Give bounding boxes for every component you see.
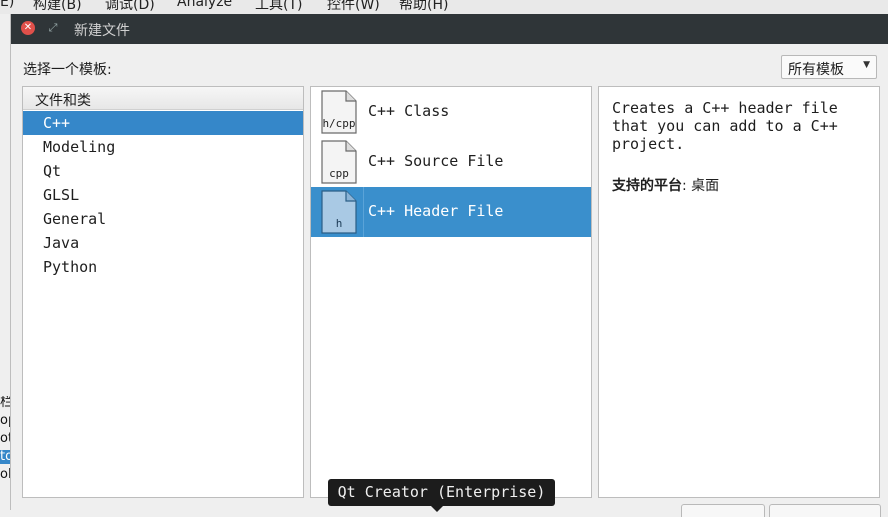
template-filter-value: 所有模板 — [788, 62, 844, 78]
dialog-title: 新建文件 — [74, 23, 130, 39]
ide-background-strip: 栏 op ot to ol — [0, 14, 11, 510]
dialog-button-partial[interactable] — [681, 504, 765, 517]
cpp-class-file-icon: h/cpp — [321, 90, 357, 134]
template-description-panel: Creates a C++ header file that you can a… — [598, 86, 880, 498]
category-item-qt[interactable]: Qt — [23, 159, 303, 183]
category-item-glsl[interactable]: GLSL — [23, 183, 303, 207]
bg-fragment: 栏 — [0, 396, 11, 410]
dialog-titlebar[interactable]: ✕ ⤢ 新建文件 — [11, 14, 888, 44]
menu-widgets[interactable]: 控件(W) — [327, 0, 380, 14]
category-group-label: 文件和类 — [35, 93, 91, 109]
template-item-cpp-class[interactable]: h/cpp C++ Class — [311, 87, 591, 137]
menu-build[interactable]: 构建(B) — [33, 0, 82, 14]
bg-fragment: to — [0, 450, 11, 464]
category-item-modeling[interactable]: Modeling — [23, 135, 303, 159]
chevron-down-icon: ▼ — [863, 60, 870, 70]
template-item-cpp-source[interactable]: cpp C++ Source File — [311, 137, 591, 187]
category-group-header[interactable]: 文件和类 — [23, 87, 303, 110]
template-item-label: C++ Class — [368, 102, 450, 120]
template-list[interactable]: h/cpp C++ Class cpp C++ Source File h C+… — [310, 86, 592, 498]
menu-edit[interactable]: E) — [0, 0, 14, 10]
dialog-button-partial[interactable] — [769, 504, 881, 517]
file-icon-ext: h/cpp — [322, 117, 356, 130]
restore-icon[interactable]: ⤢ — [47, 22, 59, 34]
menu-debug[interactable]: 调试(D) — [105, 0, 155, 14]
file-icon-ext: cpp — [329, 167, 349, 180]
bg-fragment: ot — [0, 432, 11, 446]
menu-tools[interactable]: 工具(T) — [255, 0, 302, 14]
bg-fragment: ol — [0, 468, 11, 482]
template-item-cpp-header[interactable]: h C++ Header File — [311, 187, 591, 237]
tooltip: Qt Creator (Enterprise) — [328, 479, 555, 512]
category-item-label: Qt — [43, 162, 62, 180]
supported-platforms: 支持的平台: 桌面 — [612, 175, 719, 195]
category-item-cpp[interactable]: C++ — [23, 111, 303, 135]
cpp-source-file-icon: cpp — [321, 140, 357, 184]
file-icon-ext: h — [335, 217, 343, 230]
category-item-label: GLSL — [43, 186, 80, 204]
menu-help[interactable]: 帮助(H) — [399, 0, 448, 14]
category-item-java[interactable]: Java — [23, 231, 303, 255]
category-item-label: Python — [43, 258, 98, 276]
new-file-dialog: ✕ ⤢ 新建文件 选择一个模板: 所有模板 ▼ 文件和类 C++ Modelin… — [11, 14, 888, 517]
category-item-python[interactable]: Python — [23, 255, 303, 279]
bg-fragment: op — [0, 414, 11, 428]
close-icon[interactable]: ✕ — [21, 21, 35, 35]
supported-platforms-label: 支持的平台 — [612, 178, 682, 194]
choose-template-label: 选择一个模板: — [23, 62, 112, 78]
category-item-label: C++ — [43, 114, 71, 132]
supported-platforms-value: : 桌面 — [682, 178, 720, 194]
template-item-label: C++ Header File — [368, 202, 504, 220]
template-filter-combo[interactable]: 所有模板 ▼ — [781, 55, 877, 79]
category-item-label: Modeling — [43, 138, 116, 156]
category-item-general[interactable]: General — [23, 207, 303, 231]
template-item-label: C++ Source File — [368, 152, 504, 170]
category-item-label: Java — [43, 234, 80, 252]
category-item-label: General — [43, 210, 107, 228]
ide-menubar: E) 构建(B) 调试(D) Analyze 工具(T) 控件(W) 帮助(H) — [0, 0, 888, 14]
cpp-header-file-icon: h — [321, 190, 357, 234]
menu-analyze[interactable]: Analyze — [177, 0, 232, 10]
tooltip-text: Qt Creator (Enterprise) — [337, 483, 546, 501]
category-list[interactable]: 文件和类 C++ Modeling Qt GLSL General Java P… — [22, 86, 304, 498]
template-description: Creates a C++ header file that you can a… — [612, 99, 838, 153]
